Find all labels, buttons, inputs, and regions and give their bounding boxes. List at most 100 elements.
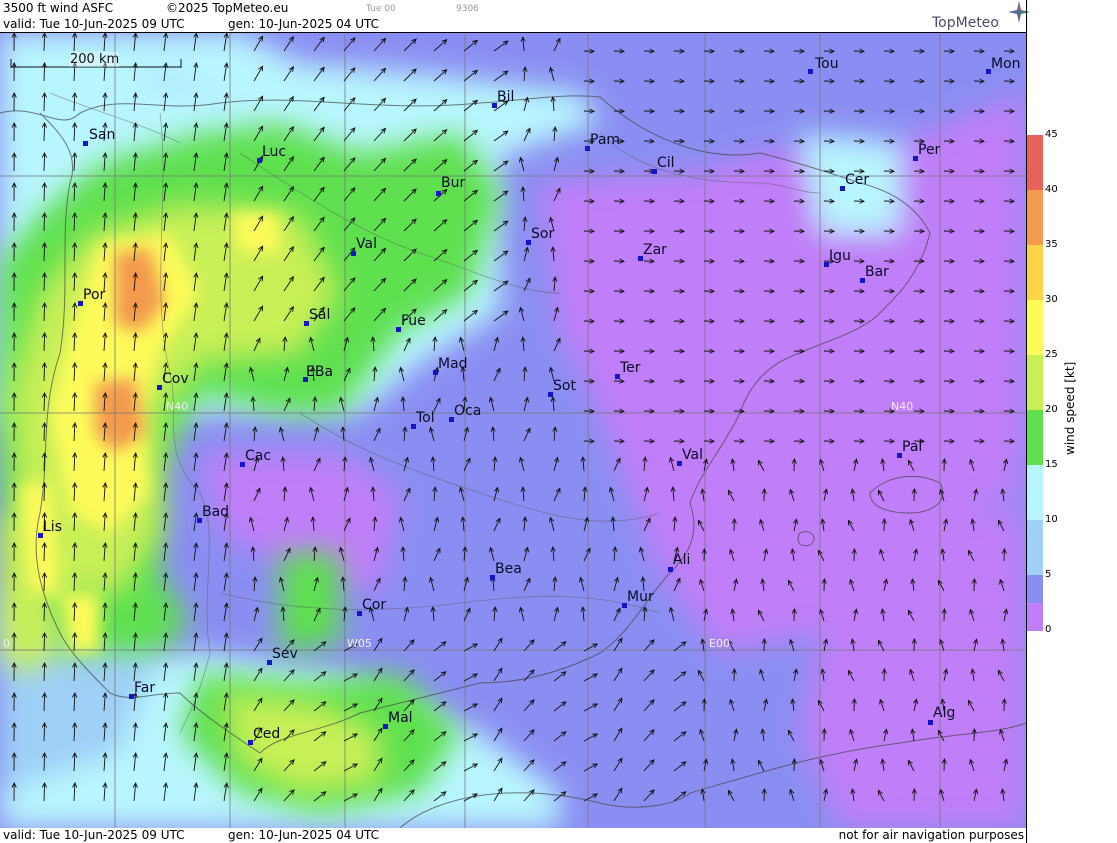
wind-arrow-shaft bbox=[43, 152, 46, 172]
colorbar-segment bbox=[1027, 465, 1043, 520]
wind-arrow-shaft bbox=[43, 302, 46, 322]
valid-time: valid: Tue 10-Jun-2025 09 UTC bbox=[3, 17, 185, 31]
colorbar-tick-label: 15 bbox=[1045, 459, 1058, 470]
wind-arrow-shaft bbox=[43, 332, 46, 352]
city-label-sor: Sor bbox=[531, 226, 555, 242]
wind-arrow-shaft bbox=[43, 722, 46, 742]
map-footer: valid: Tue 10-Jun-2025 09 UTC gen: 10-Ju… bbox=[0, 828, 1026, 843]
city-label-val-north: Val bbox=[356, 236, 377, 252]
city-label-igu: Igu bbox=[829, 248, 851, 264]
city-label-por: Por bbox=[83, 287, 106, 303]
wind-arrow-shaft bbox=[43, 122, 46, 142]
city-label-ced: Ced bbox=[253, 726, 281, 742]
city-label-san: San bbox=[89, 127, 116, 143]
wind-arrow-shaft bbox=[43, 602, 46, 622]
city-label-fue: Fue bbox=[401, 313, 426, 329]
city-label-mon: Mon bbox=[991, 56, 1021, 72]
city-marker[interactable] bbox=[83, 141, 88, 146]
city-label-bea: Bea bbox=[495, 561, 522, 577]
colorbar-segment bbox=[1027, 410, 1043, 465]
scale-bar-label: 200 km bbox=[70, 52, 120, 67]
wind-arrow-shaft bbox=[43, 272, 46, 292]
city-label-val-east: Val bbox=[682, 447, 703, 463]
map-header: 3500 ft wind ASFC ©2025 TopMeteo.eu Tue … bbox=[0, 0, 1030, 32]
copyright-text: ©2025 TopMeteo.eu bbox=[166, 1, 289, 15]
generated-time: gen: 10-Jun-2025 04 UTC bbox=[228, 17, 380, 31]
day-tag: Tue 00 bbox=[366, 4, 396, 14]
city-label-tou: Tou bbox=[815, 56, 839, 72]
colorbar-title: wind speed [kt] bbox=[1063, 361, 1077, 455]
logo-text: TopMeteo bbox=[932, 15, 999, 31]
city-label-ter: Ter bbox=[620, 360, 641, 376]
colorbar-tick-label: 0 bbox=[1045, 624, 1052, 635]
colorbar-segment bbox=[1027, 135, 1043, 190]
wind-arrow-shaft bbox=[43, 242, 46, 262]
colorbar-tick-label: 45 bbox=[1045, 129, 1058, 140]
wind-arrow-shaft bbox=[43, 632, 46, 652]
wind-arrow-shaft bbox=[43, 392, 46, 412]
city-label-cor: Cor bbox=[362, 597, 387, 613]
colorbar-segment bbox=[1027, 575, 1043, 603]
wind-arrow-shaft bbox=[43, 572, 46, 592]
grid-label-w10: 0 bbox=[3, 637, 10, 650]
city-label-tol: Tol bbox=[416, 410, 435, 426]
city-label-far: Far bbox=[134, 680, 156, 696]
colorbar-segment bbox=[1027, 520, 1043, 575]
city-marker[interactable] bbox=[436, 191, 441, 196]
wind-map[interactable]: 200 km N40 N40 W05 E00 0 Tou Mon Bil San… bbox=[0, 32, 1026, 829]
city-label-oca: Oca bbox=[454, 403, 482, 419]
city-label-pal: Pal bbox=[902, 439, 923, 455]
colorbar-tick-label: 10 bbox=[1045, 514, 1058, 525]
city-label-cov: Cov bbox=[162, 371, 189, 387]
grid-label-w05: W05 bbox=[347, 637, 372, 650]
city-label-zar: Zar bbox=[643, 242, 667, 258]
city-label-bil: Bil bbox=[497, 89, 515, 105]
grid-label-n40-east: N40 bbox=[891, 400, 914, 413]
wind-arrow-shaft bbox=[43, 542, 46, 562]
city-label-sal: Sal bbox=[309, 307, 331, 323]
wind-arrow-shaft bbox=[43, 362, 46, 382]
colorbar-tick-label: 40 bbox=[1045, 184, 1058, 195]
city-label-sot: Sot bbox=[553, 378, 576, 394]
city-label-mad: Mad bbox=[438, 356, 468, 372]
city-marker[interactable] bbox=[808, 69, 813, 74]
wind-arrow-shaft bbox=[43, 452, 46, 472]
wind-arrow-shaft bbox=[43, 92, 46, 112]
city-label-cer: Cer bbox=[845, 172, 870, 188]
city-label-mur: Mur bbox=[627, 589, 654, 605]
wind-arrow-shaft bbox=[43, 182, 46, 202]
colorbar-segment bbox=[1027, 355, 1043, 410]
wind-arrow-shaft bbox=[43, 33, 46, 52]
colorbar-tick-label: 30 bbox=[1045, 294, 1058, 305]
city-label-luc: Luc bbox=[262, 144, 287, 160]
scale-bar: 200 km bbox=[10, 52, 182, 69]
city-label-cac: Cac bbox=[245, 448, 272, 464]
city-label-ali: Ali bbox=[673, 552, 691, 568]
city-label-pam: Pam bbox=[590, 132, 621, 148]
wind-arrow-shaft bbox=[43, 212, 46, 232]
city-label-cil: Cil bbox=[657, 155, 675, 171]
wind-arrow-shaft bbox=[43, 692, 46, 712]
wind-arrow-shaft bbox=[43, 782, 46, 802]
city-label-lis: Lis bbox=[43, 519, 62, 535]
wind-field-svg bbox=[0, 33, 1026, 828]
footer-disclaimer: not for air navigation purposes bbox=[838, 828, 1024, 842]
topmeteo-logo[interactable]: TopMeteo bbox=[932, 1, 1030, 31]
colorbar-segment bbox=[1027, 245, 1043, 300]
city-label-eba: EBa bbox=[306, 364, 334, 380]
city-label-alg: Alg bbox=[933, 705, 956, 721]
wind-arrow-shaft bbox=[43, 752, 46, 772]
colorbar-segment bbox=[1027, 300, 1043, 355]
colorbar-tick-label: 25 bbox=[1045, 349, 1058, 360]
colorbar-tick-label: 5 bbox=[1045, 569, 1052, 580]
footer-valid-time: valid: Tue 10-Jun-2025 09 UTC bbox=[3, 828, 185, 842]
wind-arrow-shaft bbox=[43, 662, 46, 682]
colorbar-tick-label: 35 bbox=[1045, 239, 1058, 250]
city-label-bur: Bur bbox=[441, 175, 466, 191]
footer-generated-time: gen: 10-Jun-2025 04 UTC bbox=[228, 828, 380, 842]
wind-arrow-shaft bbox=[43, 422, 46, 442]
city-label-bar: Bar bbox=[865, 264, 889, 280]
city-label-sev: Sev bbox=[272, 646, 298, 662]
wind-arrow-shaft bbox=[43, 482, 46, 502]
city-label-mal: Mal bbox=[388, 710, 413, 726]
